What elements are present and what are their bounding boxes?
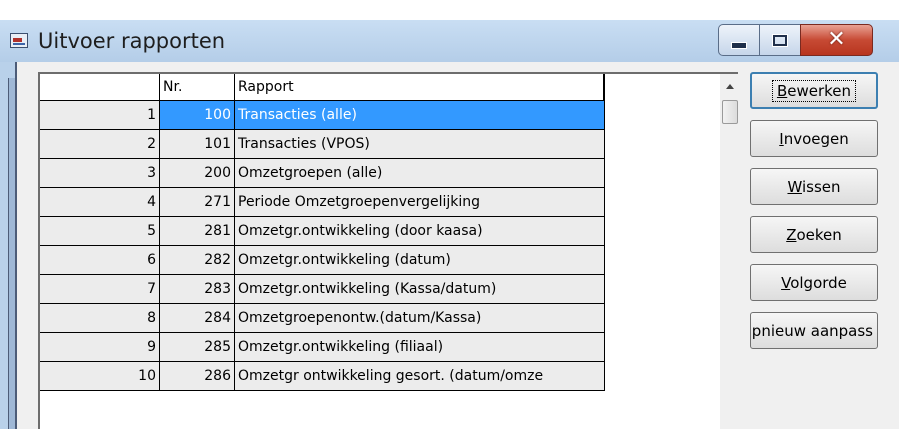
scroll-thumb[interactable] bbox=[722, 100, 738, 124]
row-index-cell[interactable]: 8 bbox=[40, 304, 160, 333]
order-button-label: Volgorde bbox=[781, 273, 847, 292]
arrow-up-icon bbox=[726, 83, 734, 89]
row-index-cell[interactable]: 7 bbox=[40, 275, 160, 304]
header-nr[interactable]: Nr. bbox=[160, 74, 235, 101]
search-button-label: Zoeken bbox=[786, 225, 842, 244]
top-strip bbox=[0, 0, 899, 20]
rapport-cell[interactable]: Transacties (alle) bbox=[235, 101, 605, 130]
edit-button[interactable]: Bewerken bbox=[750, 72, 878, 109]
dialog-window: Uitvoer rapporten ✕ Nr. Rapport 1 100 Tran… bbox=[0, 20, 899, 429]
nr-cell[interactable]: 100 bbox=[160, 101, 235, 130]
dialog-client-area: Nr. Rapport 1 100 Transacties (alle) 2 101 Tr… bbox=[15, 62, 899, 429]
row-index-cell[interactable]: 6 bbox=[40, 246, 160, 275]
rapport-cell[interactable]: Omzetgr.ontwikkeling (Kassa/datum) bbox=[235, 275, 605, 304]
search-button[interactable]: Zoeken bbox=[750, 216, 878, 253]
nr-cell[interactable]: 101 bbox=[160, 130, 235, 159]
customize-button-label: pnieuw aanpass bbox=[751, 321, 873, 340]
order-button[interactable]: Volgorde bbox=[750, 264, 878, 301]
row-index-cell[interactable]: 2 bbox=[40, 130, 160, 159]
nr-cell[interactable]: 286 bbox=[160, 362, 235, 391]
rapport-cell[interactable]: Transacties (VPOS) bbox=[235, 130, 605, 159]
rapport-cell[interactable]: Omzetgr.ontwikkeling (datum) bbox=[235, 246, 605, 275]
row-index-cell[interactable]: 3 bbox=[40, 159, 160, 188]
table-row[interactable]: 1 100 Transacties (alle) bbox=[40, 101, 605, 130]
nr-cell[interactable]: 200 bbox=[160, 159, 235, 188]
row-index-cell[interactable]: 1 bbox=[40, 101, 160, 130]
edit-button-label: Bewerken bbox=[771, 79, 857, 102]
report-app-icon[interactable] bbox=[10, 33, 28, 48]
insert-button[interactable]: Invoegen bbox=[750, 120, 878, 157]
delete-button[interactable]: Wissen bbox=[750, 168, 878, 205]
row-index-cell[interactable]: 9 bbox=[40, 333, 160, 362]
nr-cell[interactable]: 284 bbox=[160, 304, 235, 333]
rapport-cell[interactable]: Omzetgr.ontwikkeling (filiaal) bbox=[235, 333, 605, 362]
window-left-frame bbox=[8, 78, 15, 429]
minimize-icon bbox=[731, 41, 747, 49]
rapport-cell[interactable]: Omzetgroepenontw.(datum/Kassa) bbox=[235, 304, 605, 333]
grid-cells: Nr. Rapport 1 100 Transacties (alle) 2 101 Tr… bbox=[40, 74, 720, 429]
row-index-cell[interactable]: 5 bbox=[40, 217, 160, 246]
table-row[interactable]: 8 284 Omzetgroepenontw.(datum/Kassa) bbox=[40, 304, 605, 333]
nr-cell[interactable]: 285 bbox=[160, 333, 235, 362]
vertical-scrollbar[interactable] bbox=[720, 74, 740, 429]
rapport-cell[interactable]: Omzetgr ontwikkeling gesort. (datum/omze bbox=[235, 362, 605, 391]
scroll-up-button[interactable] bbox=[720, 74, 740, 98]
row-index-cell[interactable]: 10 bbox=[40, 362, 160, 391]
close-icon: ✕ bbox=[827, 27, 846, 52]
delete-button-label: Wissen bbox=[787, 177, 841, 196]
table-row[interactable]: 4 271 Periode Omzetgroepenvergelijking bbox=[40, 188, 605, 217]
rapport-cell[interactable]: Omzetgr.ontwikkeling (door kaasa) bbox=[235, 217, 605, 246]
row-index-cell[interactable]: 4 bbox=[40, 188, 160, 217]
customize-button[interactable]: pnieuw aanpass bbox=[750, 312, 878, 349]
table-row[interactable]: 9 285 Omzetgr.ontwikkeling (filiaal) bbox=[40, 333, 605, 362]
title-bar[interactable]: Uitvoer rapporten ✕ bbox=[0, 20, 899, 62]
nr-cell[interactable]: 283 bbox=[160, 275, 235, 304]
close-button[interactable]: ✕ bbox=[800, 24, 873, 56]
minimize-button[interactable] bbox=[718, 24, 760, 56]
rapport-cell[interactable]: Periode Omzetgroepenvergelijking bbox=[235, 188, 605, 217]
nr-cell[interactable]: 271 bbox=[160, 188, 235, 217]
table-row[interactable]: 2 101 Transacties (VPOS) bbox=[40, 130, 605, 159]
header-row-index[interactable] bbox=[40, 74, 160, 101]
maximize-button[interactable] bbox=[759, 24, 801, 56]
nr-cell[interactable]: 282 bbox=[160, 246, 235, 275]
nr-cell[interactable]: 281 bbox=[160, 217, 235, 246]
window-title: Uitvoer rapporten bbox=[38, 29, 226, 53]
table-row[interactable]: 6 282 Omzetgr.ontwikkeling (datum) bbox=[40, 246, 605, 275]
rapport-cell[interactable]: Omzetgroepen (alle) bbox=[235, 159, 605, 188]
maximize-icon bbox=[772, 33, 788, 47]
table-row[interactable]: 3 200 Omzetgroepen (alle) bbox=[40, 159, 605, 188]
report-grid: Nr. Rapport 1 100 Transacties (alle) 2 101 Tr… bbox=[38, 72, 740, 429]
insert-button-label: Invoegen bbox=[779, 129, 849, 148]
table-row[interactable]: 5 281 Omzetgr.ontwikkeling (door kaasa) bbox=[40, 217, 605, 246]
table-row[interactable]: 10 286 Omzetgr ontwikkeling gesort. (datum… bbox=[40, 362, 605, 391]
table-row[interactable]: 7 283 Omzetgr.ontwikkeling (Kassa/datum) bbox=[40, 275, 605, 304]
header-rapport[interactable]: Rapport bbox=[235, 74, 605, 101]
